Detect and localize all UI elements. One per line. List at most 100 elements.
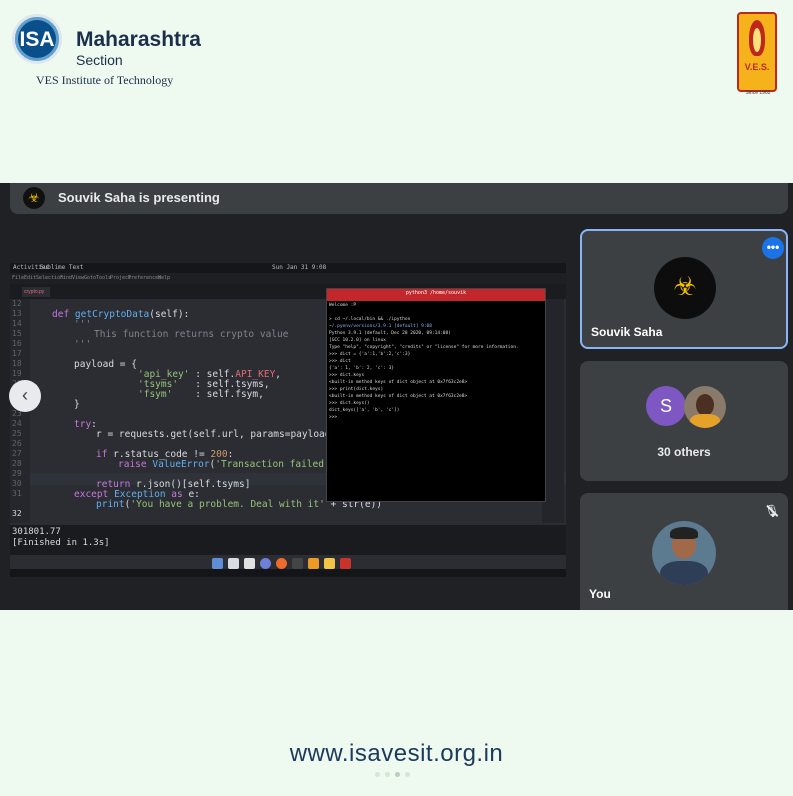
- menu-find: Find: [60, 275, 73, 281]
- terminal-line: Type "help", "copyright", "credits" or "…: [329, 345, 519, 350]
- shared-screen: Activities Sublime Text Sun Jan 31 9:08 …: [10, 263, 566, 577]
- terminal-line: >>> dict: [329, 359, 351, 364]
- meeting-window: ☣ Souvik Saha is presenting Activities S…: [0, 183, 793, 610]
- code-line: ''': [74, 339, 92, 350]
- menu-edit: Edit: [24, 275, 37, 281]
- line-number: 24: [12, 419, 22, 428]
- avatar: ☣: [654, 257, 716, 319]
- menu-preferences: Preferences: [128, 275, 162, 281]
- line-number: 16: [12, 339, 22, 348]
- terminal-line: <built-in method keys of dict object at …: [329, 394, 468, 399]
- line-number: 15: [12, 329, 22, 338]
- editor-menubar: File Edit Selection Find View Goto Tools…: [10, 273, 566, 284]
- code-line: payload = {: [74, 359, 137, 370]
- console-output: [Finished in 1.3s]: [12, 538, 110, 548]
- terminal-line: >>> dict.keys(): [329, 401, 370, 406]
- avatar-photo: [684, 386, 726, 428]
- terminal-line: > cd ~/.local/bin && ./ipython: [329, 317, 411, 322]
- line-number: 29: [12, 469, 22, 478]
- os-topbar: Activities Sublime Text Sun Jan 31 9:08: [10, 263, 566, 273]
- code-token: 'fsym': [138, 389, 173, 400]
- terminal-line: >>> print(dict.keys): [329, 387, 384, 392]
- flame-inner-icon: [753, 28, 761, 52]
- code-token: : self.fsym,: [172, 389, 264, 400]
- screen-recorder-app-icon: [340, 558, 351, 569]
- ves-logo-text: V.E.S.: [744, 62, 770, 72]
- terminal-line: >>> dict.keys: [329, 373, 365, 378]
- line-number-active: 32: [12, 509, 22, 518]
- others-count: 30 others: [657, 445, 711, 459]
- org-title: Maharashtra: [76, 28, 201, 51]
- avatar-initial: S: [646, 386, 686, 426]
- menu-help: Help: [158, 275, 171, 281]
- code-line: This function returns crypto value: [94, 329, 289, 340]
- website-url[interactable]: www.isavesit.org.in: [0, 740, 793, 768]
- org-subtitle: Section: [76, 52, 123, 68]
- line-number: 19: [12, 369, 22, 378]
- carousel-dots: [375, 772, 419, 778]
- terminal-titlebar: python3 /home/souvik: [327, 289, 545, 301]
- terminal-line: {'a': 1, 'b': 2, 'c': 3}: [329, 366, 395, 371]
- clock: Sun Jan 31 9:08: [272, 264, 327, 271]
- carousel-dot[interactable]: [385, 772, 390, 777]
- more-options-icon[interactable]: •••: [762, 237, 784, 259]
- line-number: 17: [12, 349, 22, 358]
- terminal-line: <built-in method keys of dict object at …: [329, 380, 468, 385]
- code-line: 'fsym' : self.fsym,: [138, 389, 264, 400]
- terminal-line: ~/.pyenv/versions/3.9.1 [default] 9:08: [329, 324, 432, 329]
- biohazard-avatar-icon: ☣: [23, 187, 45, 209]
- code-token: 'You have a problem. Deal with it': [130, 499, 325, 510]
- participant-tile-presenter[interactable]: ☣ Souvik Saha •••: [580, 229, 788, 349]
- participant-name: You: [589, 587, 611, 601]
- code-token: raise: [118, 459, 147, 470]
- menu-tools: Tools: [96, 275, 112, 281]
- firefox-app-icon: [276, 558, 287, 569]
- build-console: 301801.77 [Finished in 1.3s]: [10, 525, 566, 555]
- participant-tile-self[interactable]: You 🎙: [580, 493, 788, 610]
- carousel-dot-active[interactable]: [395, 772, 400, 777]
- line-number: 26: [12, 439, 22, 448]
- ves-since: Since 1962: [745, 90, 771, 96]
- editor-tab: crypto.py: [22, 287, 50, 297]
- code-token: (self):: [149, 309, 190, 320]
- line-number: 13: [12, 309, 22, 318]
- line-number: 18: [12, 359, 22, 368]
- terminal-line: >>>: [329, 415, 340, 420]
- chevron-left-icon[interactable]: ‹: [9, 380, 41, 412]
- terminal-line: dict_keys(['a', 'b', 'c']): [329, 408, 400, 413]
- editor-statusbar: [10, 569, 566, 577]
- code-token: 'Transaction failed': [215, 459, 330, 470]
- terminal-line: Welcome :P: [329, 303, 357, 308]
- menu-file: File: [12, 275, 25, 281]
- biohazard-icon: ☣: [673, 271, 697, 301]
- files-app-icon: [212, 558, 223, 569]
- code-line: try:: [74, 419, 97, 430]
- terminal-app-icon: [292, 558, 303, 569]
- app-label: Sublime Text: [40, 264, 84, 271]
- mic-off-icon: 🎙: [764, 504, 780, 518]
- isa-logo: ISA: [12, 14, 62, 64]
- terminal-line: Python 3.9.1 (default, Dec 28 2020, 09:1…: [329, 331, 451, 336]
- branding-header: ISA Maharashtra Section VES Institute of…: [0, 0, 793, 170]
- code-line: ''': [74, 319, 92, 330]
- editor-app-icon: [228, 558, 239, 569]
- sublime-app-icon: [308, 558, 319, 569]
- carousel-dot[interactable]: [405, 772, 410, 777]
- code-line: }: [74, 399, 80, 410]
- code-token: if: [96, 449, 108, 460]
- line-number: 31: [12, 489, 22, 498]
- notes-app-icon: [244, 558, 255, 569]
- line-number: 28: [12, 459, 22, 468]
- code-token: ValueError: [152, 459, 210, 470]
- code-token: ,: [275, 369, 282, 380]
- terminal-title: python3 /home/souvik: [405, 290, 467, 296]
- line-number: 27: [12, 449, 22, 458]
- terminal-line: >>> dict = {'a':1,'b':2,'c':3}: [329, 352, 411, 357]
- code-line: raise ValueError('Transaction failed'): [118, 459, 335, 470]
- terminal-line: [GCC 10.2.0] on linux: [329, 338, 386, 343]
- avatar-photo: [652, 521, 716, 585]
- code-token: def: [52, 309, 70, 320]
- participant-tile-others[interactable]: S 30 others: [580, 361, 788, 481]
- code-line: def getCryptoData(self):: [52, 309, 189, 320]
- carousel-dot[interactable]: [375, 772, 380, 777]
